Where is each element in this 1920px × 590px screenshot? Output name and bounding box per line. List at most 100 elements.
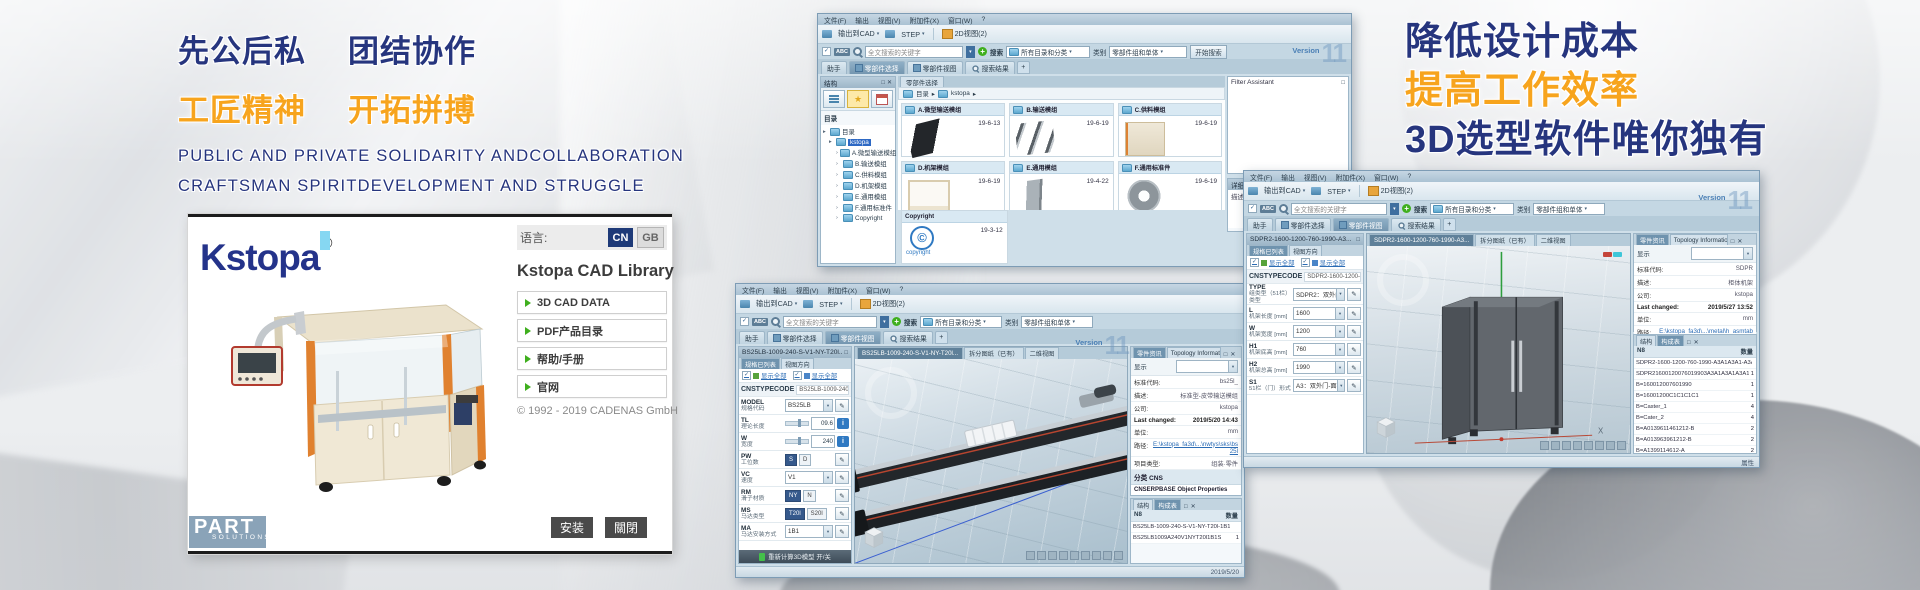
export-cad-button[interactable]: 输出到CAD▾ — [835, 28, 882, 40]
menu-item[interactable]: 文件(F) — [1250, 172, 1272, 182]
edit-button[interactable]: ✎ — [1347, 325, 1361, 338]
tab-structure[interactable]: 结构 — [1133, 499, 1153, 510]
panel-tab[interactable]: 零部件选择 — [900, 76, 944, 87]
type-select[interactable]: SDPR2：双外门▾ — [1293, 288, 1345, 301]
tab-bom[interactable]: 构成表 — [1657, 335, 1684, 346]
edit-button[interactable]: ✎ — [835, 453, 849, 466]
edit-button[interactable]: ✎ — [835, 507, 849, 520]
tab-topology[interactable]: Topology Information — [1670, 234, 1728, 245]
category-select[interactable]: 零部件组和单体▾ — [1109, 46, 1187, 58]
length-select[interactable]: 1600▾ — [1293, 307, 1345, 320]
search-label[interactable]: 搜索 — [1414, 204, 1427, 214]
viewport-tab[interactable]: 拆分图纸（已有） — [964, 347, 1024, 359]
tree-item[interactable]: ›Copyright — [821, 213, 895, 223]
info-icon[interactable]: i — [837, 436, 849, 447]
maximize-icon[interactable]: □ — [844, 350, 848, 356]
bom-row[interactable]: BS25LB1009A240V1NYT20l1B1S1 — [1131, 533, 1241, 544]
navigation-cube[interactable] — [1375, 415, 1397, 439]
search-icon[interactable] — [853, 47, 862, 56]
menu-item[interactable]: 视图(V) — [1304, 172, 1327, 182]
part-cell[interactable]: A.微型输送模组 19-6-13 — [901, 103, 1005, 157]
menu-item[interactable]: ? — [900, 286, 904, 293]
part-cell[interactable]: B.输送模组 19-6-19 — [1009, 103, 1113, 157]
part-cell[interactable]: D.机架模组 19-6-19 — [901, 161, 1005, 210]
view-tool-icon[interactable] — [1584, 441, 1593, 450]
abc-badge[interactable]: ABC — [1260, 205, 1276, 213]
maximize-icon[interactable]: □ — [881, 80, 885, 86]
height2-select[interactable]: 1990▾ — [1293, 361, 1345, 374]
new-tab-button[interactable]: + — [1017, 61, 1030, 74]
tab-view-direction[interactable]: 视图方向 — [781, 358, 814, 369]
installer-menu-item[interactable]: 官网 — [517, 375, 667, 398]
view-tool-icon[interactable] — [1092, 551, 1101, 560]
catalog-filter-select[interactable]: 所有目录和分类▾ — [1006, 46, 1090, 58]
search-dropdown[interactable]: ▾ — [1390, 203, 1399, 215]
bom-row[interactable]: B=16001200C1C1C1C11 — [1634, 391, 1756, 402]
step-button[interactable]: STEP▾ — [816, 299, 845, 310]
tab-structure[interactable]: 结构 — [1636, 335, 1656, 346]
viewport-canvas[interactable] — [855, 359, 1127, 563]
installer-menu-item[interactable]: PDF产品目录 — [517, 319, 667, 342]
view-tool-icon[interactable] — [1617, 441, 1626, 450]
bom-row[interactable]: SDPR21600120076019903A3A1A3A1A3A1A3A11 — [1634, 369, 1756, 380]
menu-item[interactable]: ? — [982, 16, 986, 23]
step-button[interactable]: STEP▾ — [1324, 186, 1353, 197]
bom-row[interactable]: B=Cater_24 — [1634, 413, 1756, 424]
edit-button[interactable]: ✎ — [1347, 361, 1361, 374]
tab-search-results[interactable]: 搜索结果 — [883, 331, 933, 344]
search-icon[interactable] — [1279, 204, 1288, 213]
abc-badge[interactable]: ABC — [834, 48, 850, 56]
edit-button[interactable]: ✎ — [835, 399, 849, 412]
close-icon[interactable]: ✕ — [1737, 238, 1742, 245]
viewport-tab[interactable]: SDPR2-1600-1200-760-1990-A3... — [1369, 234, 1474, 246]
checkbox[interactable]: ✓ — [822, 47, 831, 56]
copyright-cell[interactable]: Copyright © copyright 19-3-12 — [901, 210, 1008, 264]
abc-badge[interactable]: ABC — [752, 318, 768, 326]
door-style-select[interactable]: A3：双外门-面板左置▾ — [1293, 379, 1345, 392]
menu-item[interactable]: 窗口(W) — [1374, 172, 1399, 182]
viewport-tab[interactable]: 拆分图纸（已有） — [1475, 234, 1535, 246]
edit-button[interactable]: ✎ — [1347, 379, 1361, 392]
view-tool-icon[interactable] — [1048, 551, 1057, 560]
catalog-view-button[interactable] — [823, 90, 845, 108]
view-tool-icon[interactable] — [1114, 551, 1123, 560]
view-tool-icon[interactable] — [1037, 551, 1046, 560]
tab-spec-list[interactable]: 规格已列表 — [1249, 245, 1288, 256]
view-tool-icon[interactable] — [1540, 441, 1549, 450]
show-all-link[interactable]: ✓显示全部 — [1301, 258, 1346, 267]
path-link[interactable]: E:\kstopa_fa3d\...\nwtys\sks\bs25l — [1151, 441, 1238, 455]
height1-select[interactable]: 760▾ — [1293, 343, 1345, 356]
step-button[interactable]: STEP▾ — [898, 29, 927, 40]
info-icon[interactable]: i — [837, 418, 849, 429]
menu-item[interactable]: 附加件(X) — [1336, 172, 1365, 182]
view-2d-button[interactable]: 2D视图(2) — [857, 298, 908, 310]
view-tool-icon[interactable] — [1551, 441, 1560, 450]
menu-item[interactable]: 附加件(X) — [910, 15, 939, 25]
tab-part-info[interactable]: 零件资讯 — [1133, 347, 1166, 358]
motor-mount-select[interactable]: 1B1▾ — [785, 525, 833, 538]
menu-item[interactable]: 附加件(X) — [828, 285, 857, 295]
menu-item[interactable]: 视图(V) — [878, 15, 901, 25]
tree-item[interactable]: ›A.微型输送模组 — [821, 147, 895, 158]
tab-part-selection[interactable]: 零部件选择 — [1275, 218, 1331, 231]
installer-menu-item[interactable]: 帮助/手册 — [517, 347, 667, 370]
part-cell[interactable]: E.通用模组 19-4-22 — [1009, 161, 1113, 210]
tree-vendor[interactable]: ▸kstopa — [821, 137, 895, 147]
close-icon[interactable]: ✕ — [1694, 339, 1699, 346]
catalog-filter-select[interactable]: 所有目录和分类▾ — [920, 316, 1002, 328]
toggle-option[interactable]: S20l — [807, 508, 827, 520]
tab-search-results[interactable]: 搜索结果 — [965, 61, 1015, 74]
tab-part-view[interactable]: 零部件视图 — [1333, 218, 1389, 231]
history-button[interactable] — [871, 90, 893, 108]
show-select[interactable]: ▾ — [1691, 247, 1753, 260]
breadcrumb-vendor[interactable]: kstopa — [951, 90, 970, 97]
show-all-link[interactable]: ✓显示全部 — [793, 371, 838, 380]
view-tool-icon[interactable] — [1595, 441, 1604, 450]
export-cad-button[interactable]: 输出到CAD▾ — [1261, 185, 1308, 197]
catalog-filter-select[interactable]: 所有目录和分类▾ — [1430, 203, 1514, 215]
tab-part-view[interactable]: 零部件视图 — [907, 61, 963, 74]
breadcrumb-root[interactable]: 目录 — [916, 89, 929, 98]
toggle-option[interactable]: N — [803, 490, 815, 502]
tab-bom[interactable]: 构成表 — [1154, 499, 1181, 510]
view-tool-icon[interactable] — [1606, 441, 1615, 450]
